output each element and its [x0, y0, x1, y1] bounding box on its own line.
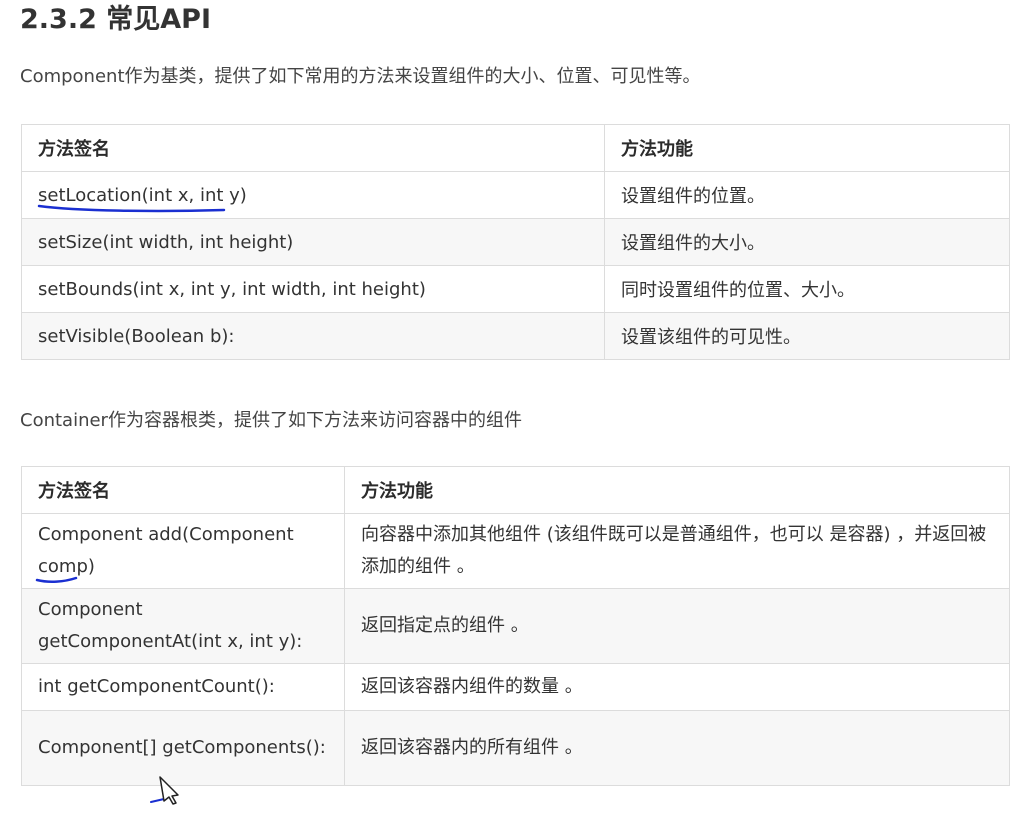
mouse-cursor-icon	[159, 776, 179, 805]
section-heading: 2.3.2 常见API	[20, 4, 212, 35]
method-description: 返回指定点的组件 。	[344, 588, 1010, 664]
table-row: setBounds(int x, int y, int width, int h…	[21, 265, 1010, 313]
table-header-row: 方法签名 方法功能	[21, 466, 1010, 514]
table-row: setLocation(int x, int y) 设置组件的位置。	[21, 171, 1010, 219]
method-signature: setSize(int width, int height)	[21, 218, 605, 266]
container-intro-text: Container作为容器根类，提供了如下方法来访问容器中的组件	[20, 410, 522, 431]
container-methods-table: 方法签名 方法功能 Component add(Component comp) …	[21, 466, 1010, 786]
method-description: 返回该容器内组件的数量 。	[344, 663, 1010, 711]
table-row: int getComponentCount(): 返回该容器内组件的数量 。	[21, 663, 1010, 711]
component-intro-text: Component作为基类，提供了如下常用的方法来设置组件的大小、位置、可见性等…	[20, 66, 701, 87]
method-description: 设置组件的位置。	[604, 171, 1010, 219]
method-signature: Component getComponentAt(int x, int y):	[21, 588, 345, 664]
method-signature: setVisible(Boolean b):	[21, 312, 605, 360]
method-description: 设置组件的大小。	[604, 218, 1010, 266]
column-header-function: 方法功能	[344, 466, 1010, 514]
table-row: setVisible(Boolean b): 设置该组件的可见性。	[21, 312, 1010, 360]
table-row: setSize(int width, int height) 设置组件的大小。	[21, 218, 1010, 266]
method-description: 返回该容器内的所有组件 。	[344, 710, 1010, 786]
table-header-row: 方法签名 方法功能	[21, 124, 1010, 172]
method-signature: int getComponentCount():	[21, 663, 345, 711]
method-signature: Component add(Component comp)	[21, 513, 345, 589]
method-signature: setLocation(int x, int y)	[21, 171, 605, 219]
table-row: Component getComponentAt(int x, int y): …	[21, 588, 1010, 664]
column-header-function: 方法功能	[604, 124, 1010, 172]
method-signature: setBounds(int x, int y, int width, int h…	[21, 265, 605, 313]
component-methods-table: 方法签名 方法功能 setLocation(int x, int y) 设置组件…	[21, 124, 1010, 360]
method-description: 设置该组件的可见性。	[604, 312, 1010, 360]
method-description: 向容器中添加其他组件 (该组件既可以是普通组件，也可以 是容器) ，并返回被添加…	[344, 513, 1010, 589]
column-header-signature: 方法签名	[21, 124, 605, 172]
table-row: Component add(Component comp) 向容器中添加其他组件…	[21, 513, 1010, 589]
column-header-signature: 方法签名	[21, 466, 345, 514]
method-description: 同时设置组件的位置、大小。	[604, 265, 1010, 313]
